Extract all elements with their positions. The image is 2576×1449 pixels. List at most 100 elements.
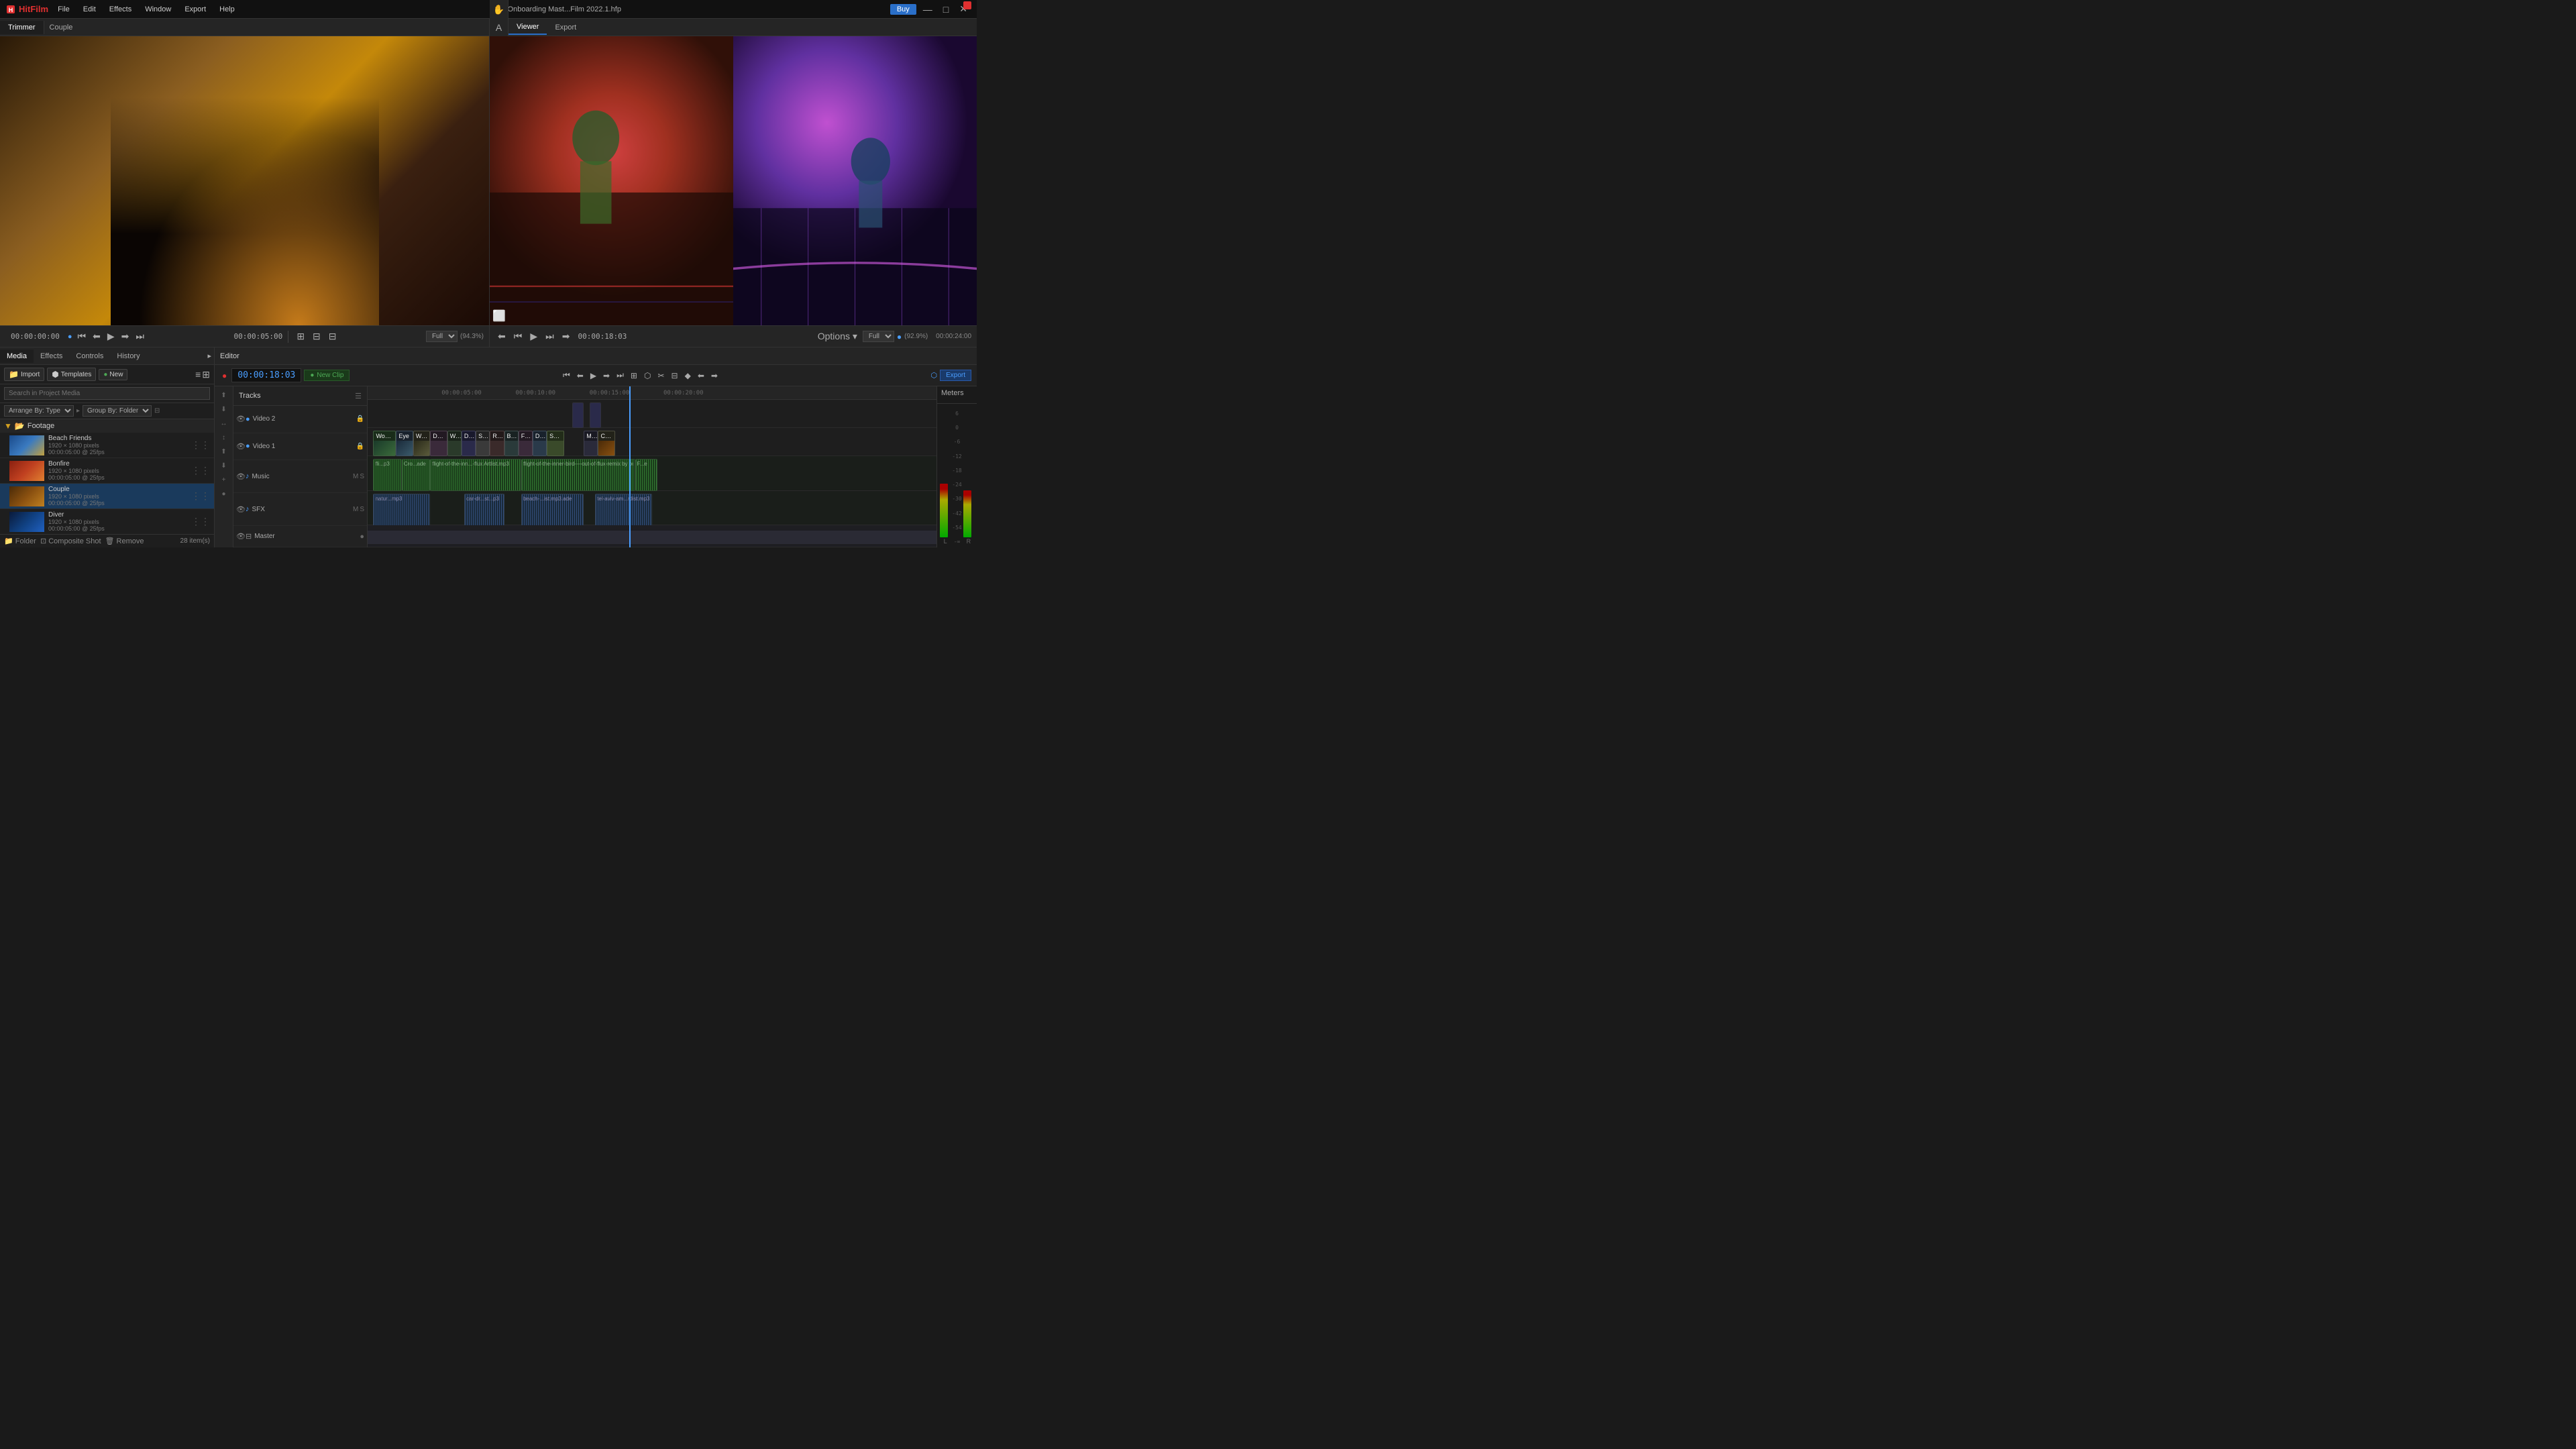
new-button[interactable]: ● New <box>99 369 127 380</box>
tl-record-button[interactable]: ● <box>220 370 229 382</box>
menu-help[interactable]: Help <box>215 4 239 15</box>
menu-window[interactable]: Window <box>141 4 175 15</box>
tl-snap-button[interactable]: ⊞ <box>629 370 639 382</box>
clip-v1-eye[interactable]: Eye <box>396 431 413 456</box>
track-ctrl-5[interactable]: ⬆ <box>217 445 231 458</box>
viewer-options-button[interactable]: Options ▾ <box>815 329 860 343</box>
viewer-out-point[interactable]: ➡ <box>559 329 573 343</box>
track-music-eye[interactable]: 👁 <box>236 472 246 481</box>
tl-export-button[interactable]: Export <box>940 370 971 381</box>
view-grid-button[interactable]: ⊞ <box>202 369 210 380</box>
track-sfx-solo-icon[interactable]: S <box>360 506 364 513</box>
clip-v1-r2[interactable]: R...2 <box>490 431 504 456</box>
group-by-select[interactable]: Group By: Folder <box>83 405 152 417</box>
music-clip-4[interactable]: flight-of-the-inner-bird----out-of-flux-… <box>521 459 635 491</box>
clip-v1-fl[interactable]: Fl...er <box>519 431 533 456</box>
tab-viewer[interactable]: Viewer <box>508 20 547 35</box>
import-button[interactable]: 📁 Import <box>4 368 44 381</box>
tl-ff-button[interactable]: ⏭ <box>614 369 626 382</box>
trimmer-grid-button[interactable]: ⊞ <box>294 329 307 343</box>
arrange-by-select[interactable]: Arrange By: Type <box>4 405 74 417</box>
track-sfx-mute-icon[interactable]: M <box>353 506 358 513</box>
clip-v2-1[interactable] <box>572 402 584 428</box>
track-ctrl-4[interactable]: ↕ <box>217 431 231 443</box>
beach-options-icon[interactable]: ⋮⋮ <box>191 439 210 451</box>
track-v2-lock-icon[interactable]: 🔒 <box>356 415 364 423</box>
trimmer-play-button[interactable]: ▶ <box>105 329 117 343</box>
viewer-prev-frame[interactable]: ⏮ <box>511 329 525 343</box>
track-ctrl-6[interactable]: ⬇ <box>217 460 231 472</box>
tab-trimmer[interactable]: Trimmer <box>0 21 44 34</box>
tab-history[interactable]: History <box>110 350 146 363</box>
bonfire-options-icon[interactable]: ⋮⋮ <box>191 465 210 476</box>
clip-v1-d2[interactable]: D...2 <box>430 431 447 456</box>
track-video1-eye[interactable]: 👁 <box>236 442 246 451</box>
track-sfx-eye[interactable]: 👁 <box>236 505 246 514</box>
clip-v1-w1[interactable]: W...1 <box>447 431 462 456</box>
tab-export[interactable]: Export <box>547 21 584 34</box>
clip-v1-sk[interactable]: Skati... <box>547 431 564 456</box>
trimmer-lock-button[interactable]: ⊟ <box>326 329 339 343</box>
tab-controls[interactable]: Controls <box>69 350 110 363</box>
tab-media[interactable]: Media <box>0 350 34 363</box>
track-video2-eye[interactable]: 👁 <box>236 415 246 423</box>
maximize-button[interactable]: □ <box>939 4 953 15</box>
track-ctrl-8[interactable]: ● <box>217 488 231 500</box>
minimize-button[interactable]: — <box>919 4 936 15</box>
buy-button[interactable]: Buy <box>890 4 916 15</box>
viewer-next-frame[interactable]: ⏭ <box>543 329 557 343</box>
music-clip-3[interactable]: flight-of-the-inn...-flux Artlist.mp3 <box>430 459 521 491</box>
track-ctrl-1[interactable]: ⬆ <box>217 389 231 401</box>
tl-out-button[interactable]: ➡ <box>709 370 720 382</box>
track-ctrl-3[interactable]: ↔ <box>217 417 231 429</box>
sfx-clip-1[interactable]: natur...mp3 <box>373 494 430 526</box>
trimmer-prev-button[interactable]: ⏮ <box>75 329 89 343</box>
diver-options-icon[interactable]: ⋮⋮ <box>191 516 210 527</box>
menu-file[interactable]: File <box>54 4 74 15</box>
sfx-clip-3[interactable]: beach-...ist.mp3.ade <box>521 494 584 526</box>
new-clip-button[interactable]: ● New Clip <box>304 370 350 381</box>
menu-effects[interactable]: Effects <box>105 4 136 15</box>
tl-in-button[interactable]: ⬅ <box>696 370 706 382</box>
track-ctrl-7[interactable]: + <box>217 474 231 486</box>
clip-v1-wom[interactable]: Wom...ing <box>373 431 396 456</box>
track-ctrl-2[interactable]: ⬇ <box>217 403 231 415</box>
tl-magnet-button[interactable]: ⊟ <box>669 370 680 382</box>
search-input[interactable] <box>4 387 210 400</box>
footage-folder[interactable]: ▼ 📂 Footage <box>0 419 214 433</box>
track-master-eye[interactable]: 👁 <box>236 532 246 541</box>
viewer-quality-select[interactable]: Full <box>863 331 894 342</box>
tabs-more-arrow[interactable]: ▸ <box>205 352 214 360</box>
clip-v1-bs[interactable]: B...s <box>504 431 519 456</box>
folder-add-button[interactable]: 📁 Folder <box>4 537 36 545</box>
tool-hand[interactable]: ✋ <box>492 3 506 17</box>
clip-v1-couple[interactable]: Couple <box>598 431 614 456</box>
tool-text[interactable]: A <box>492 20 506 35</box>
viewer-play[interactable]: ▶ <box>527 329 540 343</box>
tl-mark-button[interactable]: ◆ <box>683 370 693 382</box>
viewer-in-point[interactable]: ⬅ <box>495 329 508 343</box>
tracks-options-icon[interactable]: ☰ <box>355 392 362 400</box>
music-clip-2[interactable]: Cro...ade <box>402 459 430 491</box>
track-music-mute-icon[interactable]: M <box>353 473 358 480</box>
trimmer-quality-select[interactable]: Full <box>426 331 458 342</box>
media-item-beach[interactable]: Beach Friends 1920 × 1080 pixels 00:00:0… <box>0 433 214 458</box>
trimmer-step-back-button[interactable]: ⬅ <box>90 329 103 343</box>
clip-v1-sd[interactable]: S...d <box>476 431 490 456</box>
menu-edit[interactable]: Edit <box>79 4 100 15</box>
media-item-diver[interactable]: Diver 1920 × 1080 pixels 00:00:05:00 @ 2… <box>0 509 214 534</box>
music-clip-1[interactable]: fli...p3 <box>373 459 401 491</box>
composite-shot-button[interactable]: ⊡ Composite Shot <box>40 537 101 545</box>
sfx-clip-2[interactable]: car-dr...st...p3 <box>464 494 504 526</box>
track-music-solo-icon[interactable]: S <box>360 473 364 480</box>
music-clip-5[interactable]: F...e <box>635 459 658 491</box>
tl-play-button[interactable]: ▶ <box>588 370 598 382</box>
media-item-couple[interactable]: Couple 1920 × 1080 pixels 00:00:05:00 @ … <box>0 484 214 509</box>
menu-export[interactable]: Export <box>180 4 210 15</box>
trimmer-step-fwd-button[interactable]: ➡ <box>119 329 132 343</box>
couple-options-icon[interactable]: ⋮⋮ <box>191 490 210 502</box>
tl-razor-button[interactable]: ✂ <box>655 370 666 382</box>
sfx-clip-4[interactable]: tel-aviv-am...rtlist.mp3 <box>595 494 652 526</box>
templates-button[interactable]: ⬢ Templates <box>47 368 96 381</box>
view-list-button[interactable]: ≡ <box>195 369 201 380</box>
